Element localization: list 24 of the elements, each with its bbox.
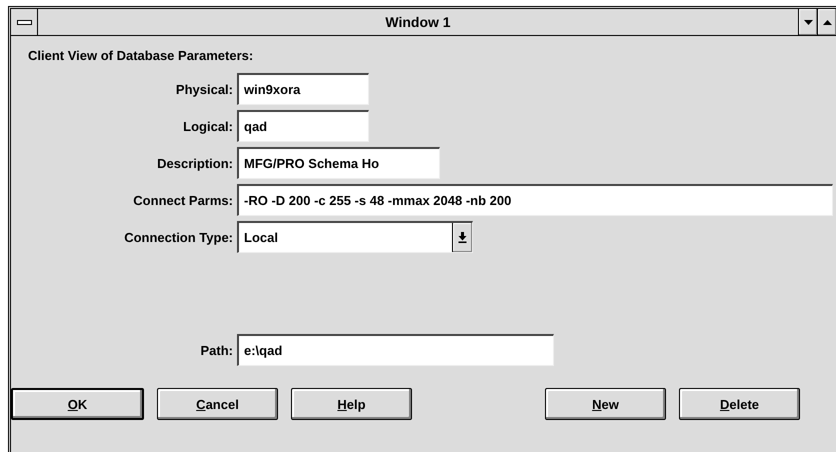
- dialog-button[interactable]: Cancel: [157, 388, 278, 420]
- down-triangle-icon: [804, 20, 812, 24]
- field-label: Path:: [200, 342, 233, 358]
- section-heading: Client View of Database Parameters:: [27, 48, 254, 65]
- dropdown-arrow-icon: [458, 232, 467, 243]
- field-label: Physical:: [174, 82, 233, 96]
- text-field[interactable]: -RO -D 200 -c 255 -s 48 -mmax 2048 -nb 200: [237, 184, 833, 216]
- text-field[interactable]: qad: [237, 110, 369, 142]
- field-label: Connection Type:: [123, 230, 233, 244]
- field-label: Description:: [156, 156, 233, 170]
- text-field[interactable]: MFG/PRO Schema Ho: [237, 147, 440, 179]
- dialog-button[interactable]: New: [545, 388, 666, 420]
- text-field[interactable]: e:\qad: [237, 334, 554, 366]
- dropdown-field[interactable]: Local: [237, 221, 473, 253]
- minimize-button[interactable]: [798, 9, 817, 35]
- dialog-button[interactable]: Delete: [679, 388, 800, 420]
- up-triangle-icon: [822, 20, 832, 24]
- text-field[interactable]: win9xora: [237, 73, 369, 105]
- field-label: Connect Parms:: [132, 192, 233, 208]
- dialog-button[interactable]: OK: [11, 388, 144, 420]
- maximize-button[interactable]: [817, 9, 836, 35]
- dialog-button[interactable]: Help: [291, 388, 412, 420]
- window-title: Window 1: [384, 13, 452, 32]
- field-label: Logical:: [182, 118, 233, 134]
